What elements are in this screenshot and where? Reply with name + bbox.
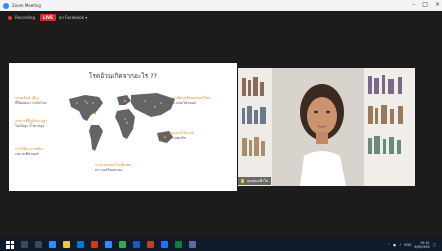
participant-name: คุณหมอฟ้าใส <box>247 179 269 183</box>
speaker-video-image <box>238 68 415 186</box>
windows-taskbar: ⌃ ● ♪ ENG 19:41 6/9/2565 □ <box>0 238 442 251</box>
clock[interactable]: 19:41 6/9/2565 <box>415 241 430 249</box>
callout-body: สาเหตุหลัก <box>169 135 186 140</box>
shared-slide: โรคอ้วนเกิดจากอะไร ?? กรรมพันธุ์ (ยีน) ท… <box>9 63 237 191</box>
callout-high-energy-food: อาหารที่มีพลังงานสูง ไขมันสูง น้ำตาลสูง <box>15 119 67 128</box>
callout-body: เช่น ต่อมไทรอยด์ <box>169 100 196 105</box>
callout-body: ความเครียดสะสม <box>95 167 123 172</box>
chevron-up-icon[interactable]: ⌃ <box>387 243 390 247</box>
language-indicator[interactable]: ENG <box>404 243 411 247</box>
slide-title: โรคอ้วนเกิดจากอะไร ?? <box>88 72 158 80</box>
teams-icon[interactable] <box>189 241 196 248</box>
office-icon[interactable] <box>91 241 98 248</box>
recording-label[interactable]: Recording <box>15 15 35 20</box>
live-stream-dropdown[interactable]: on Facebook ▾ <box>59 15 87 20</box>
microphone-icon <box>241 179 244 183</box>
callout-body: ที่มีผลต่อการเกิดโรค <box>15 100 47 105</box>
clock-date: 6/9/2565 <box>414 244 430 249</box>
zoom-window: Zoom Meeting – □ × Recording LIVE on Fac… <box>0 0 442 238</box>
file-explorer-icon[interactable] <box>63 241 70 248</box>
start-button-icon[interactable] <box>6 240 14 249</box>
powerpoint-icon[interactable] <box>147 241 154 248</box>
store-icon[interactable] <box>77 241 84 248</box>
callout-body: เช่น สเตียรอยด์ <box>15 151 39 156</box>
maximize-icon[interactable]: □ <box>422 1 428 8</box>
participant-name-tag: คุณหมอฟ้าใส <box>238 177 272 185</box>
live-badge[interactable]: LIVE <box>40 14 56 21</box>
zoom-app-icon <box>3 2 9 9</box>
volume-icon[interactable]: ♪ <box>399 243 401 247</box>
callout-body: ไขมันสูง น้ำตาลสูง <box>15 123 45 128</box>
callout-medication: การใช้ยาบางชนิด เช่น สเตียรอยด์ <box>15 147 69 156</box>
notification-icon[interactable]: □ <box>433 243 436 247</box>
word-icon[interactable] <box>133 241 140 248</box>
meeting-status-bar: Recording LIVE on Facebook ▾ <box>0 11 442 24</box>
excel-icon[interactable] <box>175 241 182 248</box>
edge-icon[interactable] <box>49 241 56 248</box>
title-bar: Zoom Meeting – □ × <box>0 0 442 11</box>
system-tray: ⌃ ● ♪ ENG 19:41 6/9/2565 □ <box>387 238 436 251</box>
window-title: Zoom Meeting <box>12 3 41 8</box>
network-icon[interactable]: ● <box>393 243 396 247</box>
facebook-icon[interactable] <box>161 241 168 248</box>
callout-genetics: กรรมพันธุ์ (ยีน) ที่มีผลต่อการเกิดโรค <box>15 96 65 105</box>
search-icon[interactable] <box>21 241 28 248</box>
close-icon[interactable]: × <box>435 1 440 8</box>
minimize-icon[interactable]: – <box>412 1 415 8</box>
chrome-icon[interactable] <box>119 241 126 248</box>
zoom-taskbar-icon[interactable] <box>105 241 112 248</box>
task-view-icon[interactable] <box>35 241 42 248</box>
recording-dot-icon <box>8 15 12 20</box>
callout-no-exercise: ไม่ออกกำลังกาย สาเหตุหลัก <box>169 131 233 140</box>
window-controls: – □ × <box>412 1 440 8</box>
callout-sleep: การนอนหลับไม่เพียงพอ ความเครียดสะสม <box>95 163 155 172</box>
callout-gland-abnormality: ความผิดปกติของต่อมไร้ท่อ เช่น ต่อมไทรอยด… <box>169 96 233 105</box>
speaker-video[interactable] <box>238 68 415 186</box>
